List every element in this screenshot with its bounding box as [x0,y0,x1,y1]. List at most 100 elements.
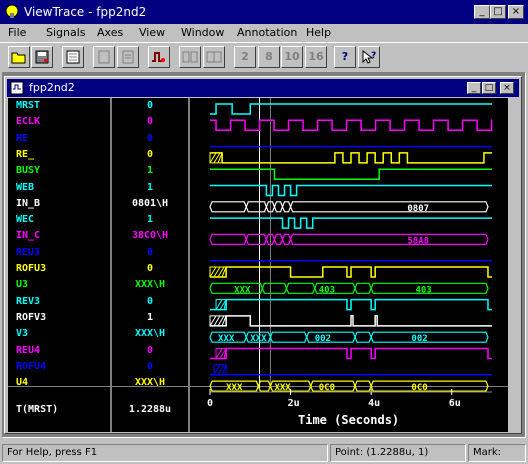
bus-value-label: 58A8 [407,236,429,246]
axis-label: Time (Seconds) [298,413,399,427]
document-icon[interactable] [10,81,24,95]
bus-segment [245,201,268,213]
menu-help[interactable]: Help [306,26,331,39]
signal-name-u4[interactable]: U4 [16,377,28,388]
minimize-button[interactable]: _ [474,5,490,19]
group-button-1[interactable] [179,46,201,68]
bus-segment [354,282,372,294]
maximize-button[interactable]: □ [490,5,506,19]
signal-value-reu3: 0 [146,246,154,258]
signal-name-u3[interactable]: U3 [16,279,28,290]
signal-name-v3[interactable]: V3 [16,328,28,339]
menu-annotation[interactable]: Annotation [237,26,297,39]
help-button[interactable]: ? [334,46,356,68]
signal-names-column: MRST ECLK RE RE_ BUSY WEB IN_B WEC IN_C REU3 ROFU3… [8,98,110,432]
waveform-rofv3 [210,315,492,327]
props-button-1[interactable] [93,46,115,68]
toolbar: 2 8 10 16 ? ? [0,42,528,70]
group-button-2[interactable] [203,46,225,68]
signal-name-rofu3[interactable]: ROFU3 [16,263,46,274]
bus-segment [281,201,292,213]
bus-value-label: XXX [218,334,235,344]
column-divider[interactable] [188,98,190,432]
pointer-help-icon: ? [362,49,376,64]
measure-value: 1.2288u [128,404,172,415]
bus-segment [289,201,489,213]
signal-name-reu4[interactable]: REU4 [16,345,40,356]
window-edge [508,98,510,432]
analyze-button[interactable] [148,46,170,68]
radix-hex-button[interactable]: 16 [305,46,327,68]
signal-name-rofv3[interactable]: ROFV3 [16,312,46,323]
signal-value-in_b: 0801\H [131,197,169,209]
signal-name-mrst[interactable]: MRST [16,100,40,111]
axis-tick-label: 2u [288,398,300,409]
signal-value-eclk: 0 [146,116,154,128]
signal-name-re[interactable]: RE [16,133,28,144]
signal-value-re_: 0 [146,148,154,160]
signal-list-icon [66,50,80,64]
bus-segment [257,380,272,392]
close-button[interactable]: × [508,5,524,19]
document-icon [98,50,110,64]
status-point: Point: (1.2288u, 1) [330,444,466,462]
radix-binary-button[interactable]: 2 [234,46,256,68]
bus-segment [281,233,292,245]
status-mark: Mark: [468,444,526,462]
app-title: ViewTrace - fpp2nd2 [24,5,147,19]
signal-value-reu4: 0 [146,344,154,356]
doc-maximize-button[interactable]: □ [482,82,496,94]
signal-value-rev3: 0 [146,295,154,307]
bus-segment [285,282,316,294]
signal-value-mrst: 0 [146,100,154,111]
doc-minimize-button[interactable]: _ [467,82,481,94]
signal-value-re: 0 [146,132,154,144]
bus-value-label: 0807 [407,204,429,214]
signal-name-wec[interactable]: WEC [16,214,34,225]
svg-text:?: ? [371,51,376,61]
document-titlebar: fpp2nd2 _ □ × [7,79,519,97]
signal-value-rofu4: 0 [146,360,154,372]
radix-decimal-button[interactable]: 10 [281,46,303,68]
signal-name-rofu4[interactable]: ROFU4 [16,361,46,372]
bus-segment [354,380,372,392]
menu-window[interactable]: Window [181,26,224,39]
waveform-busy [210,168,492,180]
bus-value-label: XXX [250,334,267,344]
open-button[interactable] [8,46,30,68]
signal-value-busy: 1 [146,165,154,177]
save-button[interactable] [31,46,53,68]
document-title: fpp2nd2 [29,81,75,94]
props-button-2[interactable] [117,46,139,68]
context-help-button[interactable]: ? [358,46,380,68]
menu-signals[interactable]: Signals [46,26,86,39]
radix-octal-button[interactable]: 8 [258,46,280,68]
bus-value-label: 002 [315,334,331,344]
waveform-eclk [210,119,493,132]
signal-name-eclk[interactable]: ECLK [16,116,40,127]
signal-values-column: 0 0 0 0 1 1 0801\H 1 38C0\H 0 0 XXX\H 0 1 XXX\H 0 0 XXX\H [112,98,188,432]
doc-close-button[interactable]: × [500,82,514,94]
signal-name-re_[interactable]: RE_ [16,149,34,160]
signal-name-rev3[interactable]: REV3 [16,296,40,307]
signal-list-button[interactable] [62,46,84,68]
signal-name-reu3[interactable]: REU3 [16,247,40,258]
menu-file[interactable]: File [8,26,26,39]
signal-name-busy[interactable]: BUSY [16,165,40,176]
bus-segment [245,233,268,245]
waveform-canvas[interactable]: 080758A8XXX 403 403XXX XXX 002 002XXX XXX 0C0 0C… [192,98,502,432]
floppy-disk-icon [35,50,49,64]
menu-axes[interactable]: Axes [97,26,123,39]
bus-segment [261,282,288,294]
signal-value-u3: XXX\H [134,279,166,291]
axis-tick-label: 6u [449,398,461,409]
signal-value-web: 1 [146,181,154,193]
menu-view[interactable]: View [139,26,165,39]
signal-name-web[interactable]: WEB [16,182,34,193]
bus-segment [209,233,247,245]
signal-name-in_c[interactable]: IN_C [16,230,40,241]
signal-name-in_b[interactable]: IN_B [16,198,40,209]
menu-bar: File Signals Axes View Window Annotation… [0,24,528,42]
app-icon[interactable] [4,3,20,19]
signal-value-rofv3: 1 [146,311,154,323]
